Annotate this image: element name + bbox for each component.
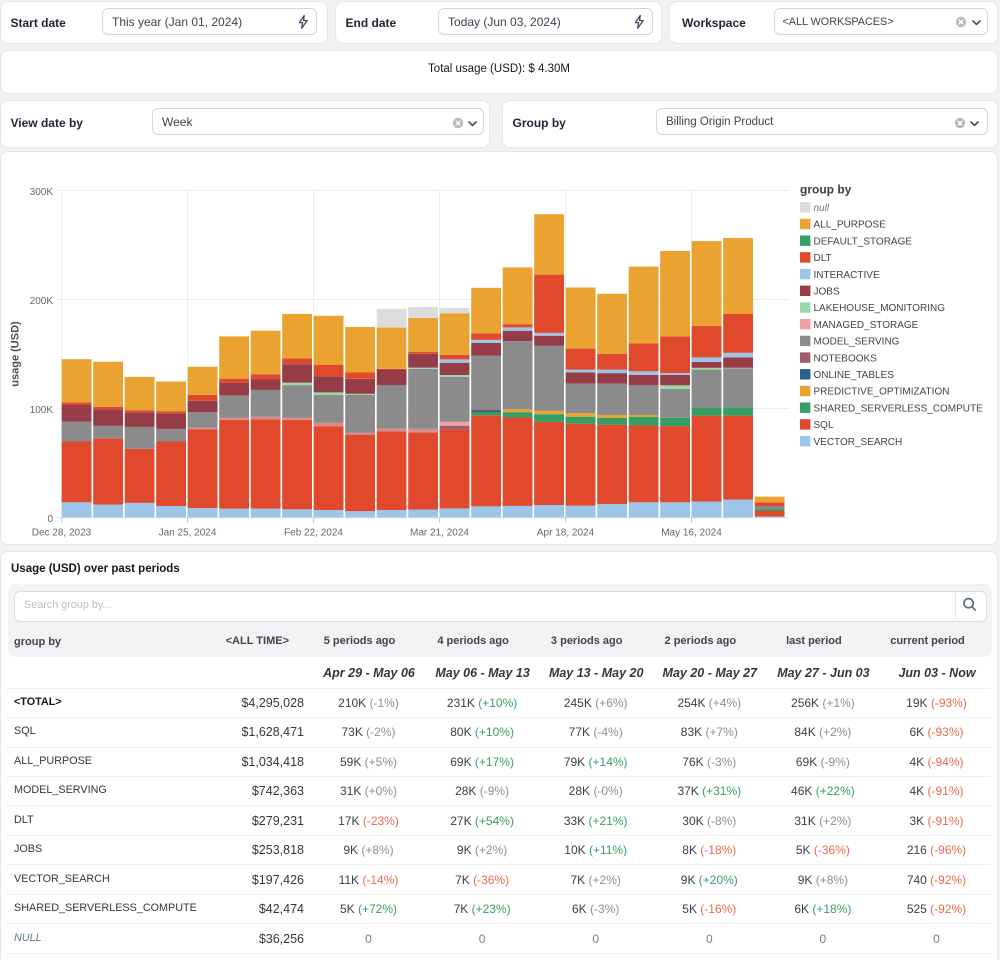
svg-text:Jan 25, 2024: Jan 25, 2024 <box>159 528 217 539</box>
svg-text:MODEL_SERVING: MODEL_SERVING <box>814 337 900 348</box>
svg-text:group by: group by <box>800 183 852 197</box>
svg-text:null: null <box>814 203 830 214</box>
svg-text:0: 0 <box>47 514 53 525</box>
svg-text:LAKEHOUSE_MONITORING: LAKEHOUSE_MONITORING <box>814 303 946 314</box>
svg-text:usage (USD): usage (USD) <box>10 321 22 387</box>
svg-text:200K: 200K <box>30 296 54 307</box>
svg-text:INTERACTIVE: INTERACTIVE <box>814 270 880 281</box>
svg-text:NOTEBOOKS: NOTEBOOKS <box>814 353 878 364</box>
svg-text:DLT: DLT <box>814 253 832 264</box>
svg-text:ONLINE_TABLES: ONLINE_TABLES <box>814 370 895 381</box>
svg-text:SQL: SQL <box>814 420 834 431</box>
svg-text:VECTOR_SEARCH: VECTOR_SEARCH <box>814 437 903 448</box>
svg-text:100K: 100K <box>30 405 54 416</box>
svg-text:DEFAULT_STORAGE: DEFAULT_STORAGE <box>814 236 913 247</box>
svg-text:SHARED_SERVERLESS_COMPUTE: SHARED_SERVERLESS_COMPUTE <box>814 403 984 414</box>
svg-text:Dec 28, 2023: Dec 28, 2023 <box>32 528 92 539</box>
svg-text:300K: 300K <box>30 187 54 198</box>
svg-text:ALL_PURPOSE: ALL_PURPOSE <box>814 220 887 231</box>
svg-text:Feb 22, 2024: Feb 22, 2024 <box>284 528 343 539</box>
svg-text:JOBS: JOBS <box>814 287 840 298</box>
svg-text:MANAGED_STORAGE: MANAGED_STORAGE <box>814 320 919 331</box>
svg-text:Mar 21, 2024: Mar 21, 2024 <box>410 528 469 539</box>
svg-text:May 16, 2024: May 16, 2024 <box>661 528 722 539</box>
svg-text:PREDICTIVE_OPTIMIZATION: PREDICTIVE_OPTIMIZATION <box>814 387 950 398</box>
svg-text:Apr 18, 2024: Apr 18, 2024 <box>537 528 595 539</box>
